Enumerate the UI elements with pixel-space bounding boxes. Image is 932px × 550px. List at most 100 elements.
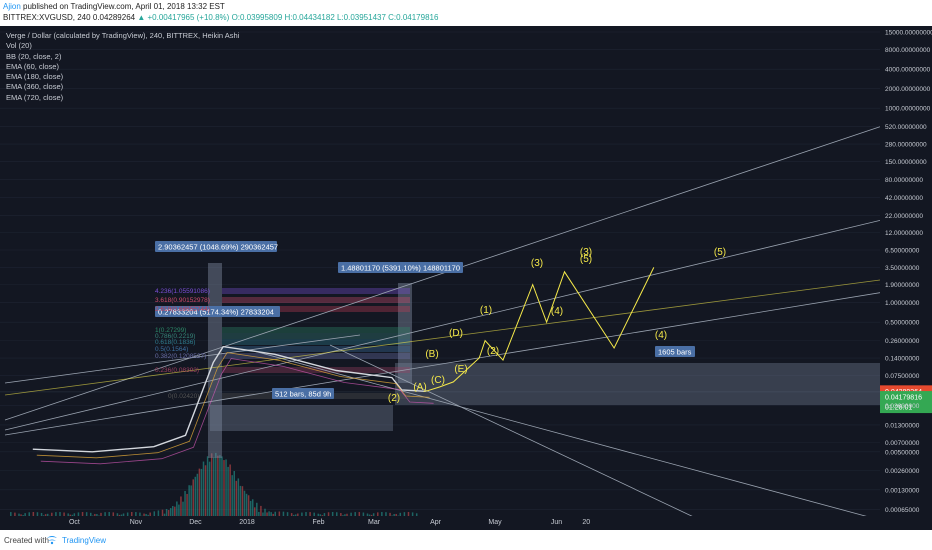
measure-label: 1605 bars xyxy=(658,348,692,357)
fib-level-label: 0.236(0.08393) xyxy=(155,367,199,374)
x-tick-label: May xyxy=(488,519,502,526)
volume-bar xyxy=(239,485,242,520)
last-price: 0.04289264 xyxy=(92,13,136,22)
legend-ema-720[interactable]: EMA (720, close) xyxy=(6,93,239,103)
y-tick-label: 0.14000000 xyxy=(885,356,920,363)
y-tick-label: 0.00130000 xyxy=(885,487,920,494)
x-axis: Oct Nov Dec 2018 Feb Mar Apr May Jun 20 xyxy=(0,516,932,530)
volume-bars xyxy=(8,452,418,520)
y-tick-label: 0.00065000 xyxy=(885,507,920,514)
volume-bar xyxy=(241,486,244,520)
wave-label: (3) xyxy=(531,258,543,269)
wave-label: (4) xyxy=(551,306,563,317)
author-link[interactable]: Ajion xyxy=(3,2,21,11)
volume-bar xyxy=(213,457,215,520)
volume-bar xyxy=(184,490,186,520)
created-with-text: Created with xyxy=(4,536,49,545)
y-tick-label: 6.50000000 xyxy=(885,248,920,255)
legend-bb[interactable]: BB (20, close, 2) xyxy=(6,52,239,62)
y-tick-label: 0.02600000 xyxy=(885,403,920,410)
wave-label: (1) xyxy=(480,305,492,316)
footer-bar: Created with TradingView xyxy=(0,530,932,550)
volume-bar xyxy=(202,461,205,520)
fib-boxes xyxy=(208,263,880,458)
wave-label: (C) xyxy=(431,375,445,386)
up-arrow-icon: ▲ xyxy=(137,13,146,22)
symbol-info: BITTREX:XVGUSD, 240 0.04289264 ▲ +0.0041… xyxy=(3,13,438,22)
x-tick-label: 20 xyxy=(582,519,590,526)
legend-ema-60[interactable]: EMA (60, close) xyxy=(6,62,239,72)
indicator-legend: Verge / Dollar (calculated by TradingVie… xyxy=(6,31,239,103)
wave-label: (A) xyxy=(413,382,426,393)
fib-level-label: 0.5(0.1564) xyxy=(155,346,188,353)
volume-bar xyxy=(190,485,192,520)
volume-bar xyxy=(221,456,223,520)
trend-line xyxy=(4,286,916,436)
volume-bar xyxy=(198,468,201,520)
publish-info: Ajion published on TradingView.com, Apri… xyxy=(3,2,225,11)
volume-bar xyxy=(227,466,229,520)
volume-bar xyxy=(233,471,235,520)
publish-header: Ajion published on TradingView.com, Apri… xyxy=(0,0,932,26)
ohlc-values: O:0.03995809 H:0.04434182 L:0.03951437 C… xyxy=(231,13,439,22)
fib-level-band xyxy=(222,297,410,303)
legend-vol[interactable]: Vol (20) xyxy=(6,41,239,51)
volume-bar xyxy=(235,480,238,520)
wave-label: (3) xyxy=(580,247,592,258)
volume-bar xyxy=(217,455,219,520)
measure-box-range xyxy=(210,405,393,431)
y-tick-label: 280.00000000 xyxy=(885,142,927,149)
fib-level-label: 3.618(0.90152978) xyxy=(155,297,210,304)
y-tick-label: 22.00000000 xyxy=(885,213,923,220)
y-axis: 15000.00000000 8000.00000000 4000.00000000… xyxy=(880,26,932,530)
y-tick-label: 80.00000000 xyxy=(885,177,923,184)
y-tick-label: 0.07500000 xyxy=(885,373,920,380)
x-tick-label: Jun xyxy=(551,519,562,526)
fib-level-band xyxy=(222,327,410,333)
y-tick-label: 0.00700000 xyxy=(885,440,920,447)
wave-label: (B) xyxy=(425,349,438,360)
legend-ema-180[interactable]: EMA (180, close) xyxy=(6,72,239,82)
y-tick-label: 12.00000000 xyxy=(885,230,923,237)
x-tick-label: Feb xyxy=(312,519,324,526)
y-tick-label: 15000.00000000 xyxy=(885,30,932,37)
x-tick-label: Apr xyxy=(430,519,442,526)
wave-label: (D) xyxy=(449,328,463,339)
legend-ema-360[interactable]: EMA (360, close) xyxy=(6,82,239,92)
volume-bar xyxy=(200,468,203,520)
volume-bar xyxy=(206,456,209,520)
x-tick-label: Mar xyxy=(368,519,381,526)
y-tick-label: 0.04179816 xyxy=(885,395,922,402)
volume-bar xyxy=(208,461,211,520)
wave-label: (2) xyxy=(388,393,400,404)
y-tick-label: 42.00000000 xyxy=(885,195,923,202)
volume-bar xyxy=(192,479,194,520)
legend-title[interactable]: Verge / Dollar (calculated by TradingVie… xyxy=(6,31,239,41)
measure-box-future xyxy=(395,363,880,405)
y-tick-label: 2000.00000000 xyxy=(885,86,931,93)
trend-lines xyxy=(4,114,916,521)
y-tick-label: 1.00000000 xyxy=(885,300,920,307)
y-tick-label: 0.26000000 xyxy=(885,338,920,345)
wave-label: (2) xyxy=(487,346,499,357)
y-tick-label: 0.50000000 xyxy=(885,320,920,327)
volume-bar xyxy=(229,464,231,520)
y-tick-label: 1000.00000000 xyxy=(885,106,931,113)
y-tick-label: 8000.00000000 xyxy=(885,47,931,54)
measure-label: 2.90362457 (1048.69%) 290362457 xyxy=(158,243,278,252)
volume-bar xyxy=(210,453,213,520)
y-tick-label: 3.50000000 xyxy=(885,265,920,272)
fib-level-label: 0.618(0.1836) xyxy=(155,339,195,346)
volume-bar xyxy=(204,465,207,520)
volume-bar xyxy=(231,475,233,520)
volume-bar xyxy=(225,459,227,520)
price-change: +0.00417965 (+10.8%) xyxy=(147,13,230,22)
tradingview-icon xyxy=(47,536,57,545)
tradingview-link[interactable]: TradingView xyxy=(62,536,106,545)
volume-bar xyxy=(194,476,197,520)
wave-label: (E) xyxy=(454,364,467,375)
volume-bar xyxy=(196,473,199,520)
published-text: published on TradingView.com, April 01, … xyxy=(23,2,225,11)
volume-bar xyxy=(243,490,246,520)
fib-level-label: 4.236(1.05591086) xyxy=(155,288,210,295)
